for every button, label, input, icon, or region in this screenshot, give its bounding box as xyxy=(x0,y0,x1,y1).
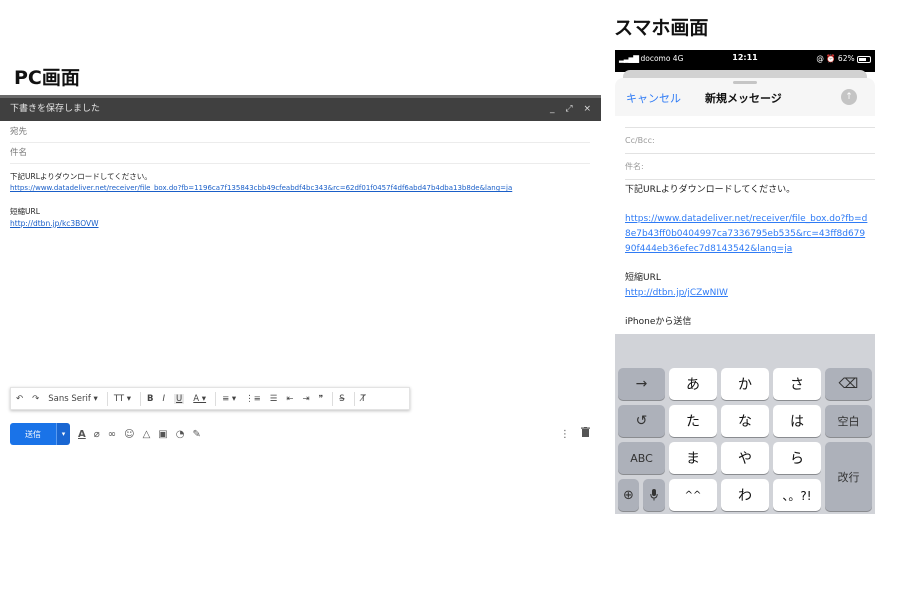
send-arrow-icon[interactable]: ↑ xyxy=(841,89,857,105)
pc-draft-status: 下書きを保存しました xyxy=(10,104,101,114)
format-options-icon[interactable]: A xyxy=(78,429,86,440)
underline-icon[interactable]: U xyxy=(174,393,185,404)
pc-short-label: 短縮URL xyxy=(10,207,40,216)
compose-title: 新規メッセージ xyxy=(705,92,782,105)
key-ra[interactable]: ら xyxy=(773,442,821,474)
bulleted-list-icon[interactable]: ☰ xyxy=(270,394,278,404)
space-key[interactable]: 空白 xyxy=(825,405,872,437)
key-ka[interactable]: か xyxy=(721,368,769,400)
send-row: 送信 ▾ A ⌀ ∞ ☺ △ ▣ ◔ ✎ ⋮ xyxy=(10,423,594,445)
sheet-grabber[interactable] xyxy=(733,81,757,84)
confidential-icon[interactable]: ◔ xyxy=(176,429,185,440)
key-ta[interactable]: た xyxy=(669,405,717,437)
to-label: 宛先 xyxy=(10,127,28,137)
key-punctuation[interactable]: 、。?! xyxy=(773,479,821,511)
microphone-icon[interactable] xyxy=(643,479,665,511)
toolbar-divider xyxy=(332,391,334,406)
toolbar-divider xyxy=(353,391,355,406)
indent-less-icon[interactable]: ⇤ xyxy=(286,394,293,404)
delete-key[interactable]: ⌫ xyxy=(825,368,872,400)
pc-short-link[interactable]: http://dtbn.jp/kc3BOVW xyxy=(10,219,99,229)
strikethrough-icon[interactable]: S̶ xyxy=(339,394,344,404)
more-trash-group: ⋮ xyxy=(560,427,590,440)
link-icon[interactable]: ∞ xyxy=(108,429,116,440)
battery-status: @ ⏰ 62% xyxy=(816,54,871,63)
align-icon[interactable]: ≡ ▾ xyxy=(222,394,236,404)
photo-icon[interactable]: ▣ xyxy=(158,429,167,440)
compose-nav-bar: キャンセル 新規メッセージ ↑ xyxy=(615,78,875,116)
numbered-list-icon[interactable]: ⋮≡ xyxy=(245,394,261,404)
window-controls-icon[interactable]: _ ⤢ × xyxy=(550,98,595,121)
key-kaomoji[interactable]: ^^ xyxy=(669,479,717,511)
to-field[interactable]: 宛先 xyxy=(10,122,590,143)
pc-compose-window: 下書きを保存しました _ ⤢ × 宛先 件名 下記URLよりダウンロードしてくだ… xyxy=(0,95,601,450)
signature-icon[interactable]: ✎ xyxy=(192,429,200,440)
pc-body-line1: 下記URLよりダウンロードしてください。 xyxy=(10,172,152,181)
clear-format-icon[interactable]: T̸ xyxy=(361,394,366,404)
toolbar-divider xyxy=(106,391,108,406)
pc-title-bar[interactable]: 下書きを保存しました _ ⤢ × xyxy=(0,98,601,121)
attach-icon[interactable]: ⌀ xyxy=(94,429,100,440)
japanese-keyboard: → あ か さ ⌫ ↺ た な は 空白 ABC ま や ら 改行 ⊕ ^^ わ… xyxy=(615,334,875,514)
font-size-icon[interactable]: TT ▾ xyxy=(114,394,131,404)
phone-short-label: 短縮URL xyxy=(625,273,661,283)
globe-icon[interactable]: ⊕ xyxy=(618,479,639,511)
undo-icon[interactable]: ↶ xyxy=(16,394,23,404)
drive-icon[interactable]: △ xyxy=(143,429,151,440)
arrow-key[interactable]: → xyxy=(618,368,665,400)
emoji-icon[interactable]: ☺ xyxy=(124,429,134,440)
phone-short-link[interactable]: http://dtbn.jp/jCZwNIW xyxy=(625,286,870,301)
cc-bcc-label: Cc/Bcc: xyxy=(625,136,655,145)
indent-more-icon[interactable]: ⇥ xyxy=(303,394,310,404)
toolbar-divider xyxy=(140,391,142,406)
enter-key[interactable]: 改行 xyxy=(825,442,872,511)
trash-icon[interactable] xyxy=(581,427,590,440)
status-bar: ▂▃▅▇ docomo 4G 12:11 @ ⏰ 62% xyxy=(615,50,875,72)
toolbar-divider xyxy=(215,391,217,406)
key-sa[interactable]: さ xyxy=(773,368,821,400)
key-ma[interactable]: ま xyxy=(669,442,717,474)
font-select[interactable]: Sans Serif ▾ xyxy=(48,394,98,404)
phone-signature: iPhoneから送信 xyxy=(625,317,692,327)
key-ya[interactable]: や xyxy=(721,442,769,474)
bold-icon[interactable]: B xyxy=(147,394,153,404)
pc-download-link[interactable]: https://www.datadeliver.net/receiver/fil… xyxy=(10,183,512,193)
quote-icon[interactable]: ❞ xyxy=(319,394,324,404)
pc-heading: PC画面 xyxy=(14,67,80,89)
cancel-button[interactable]: キャンセル xyxy=(626,90,681,106)
formatting-toolbar: ↶ ↷ Sans Serif ▾ TT ▾ B I U A ▾ ≡ ▾ ⋮≡ ☰… xyxy=(10,387,410,410)
undo-key[interactable]: ↺ xyxy=(618,405,665,437)
phone-screen: ▂▃▅▇ docomo 4G 12:11 @ ⏰ 62% キャンセル 新規メッセ… xyxy=(615,50,875,514)
key-a[interactable]: あ xyxy=(669,368,717,400)
to-field-partial[interactable] xyxy=(625,116,875,128)
phone-body-line1: 下記URLよりダウンロードしてください。 xyxy=(625,185,796,195)
italic-icon[interactable]: I xyxy=(163,394,166,404)
more-options-icon[interactable]: ⋮ xyxy=(560,429,570,440)
send-options-icon[interactable]: ▾ xyxy=(56,423,70,445)
subject-field[interactable]: 件名 xyxy=(10,143,590,164)
phone-download-link[interactable]: https://www.datadeliver.net/receiver/fil… xyxy=(625,212,870,257)
send-button[interactable]: 送信 xyxy=(10,423,56,445)
subject-label: 件名 xyxy=(10,148,28,158)
abc-key[interactable]: ABC xyxy=(618,442,665,474)
redo-icon[interactable]: ↷ xyxy=(32,394,39,404)
cc-bcc-field[interactable]: Cc/Bcc: xyxy=(625,128,875,154)
phone-subject-field[interactable]: 件名: xyxy=(625,154,875,180)
key-wa[interactable]: わ xyxy=(721,479,769,511)
phone-heading: スマホ画面 xyxy=(614,17,709,39)
key-ha[interactable]: は xyxy=(773,405,821,437)
phone-subject-label: 件名: xyxy=(625,162,644,171)
text-color-icon[interactable]: A ▾ xyxy=(193,394,206,404)
key-na[interactable]: な xyxy=(721,405,769,437)
